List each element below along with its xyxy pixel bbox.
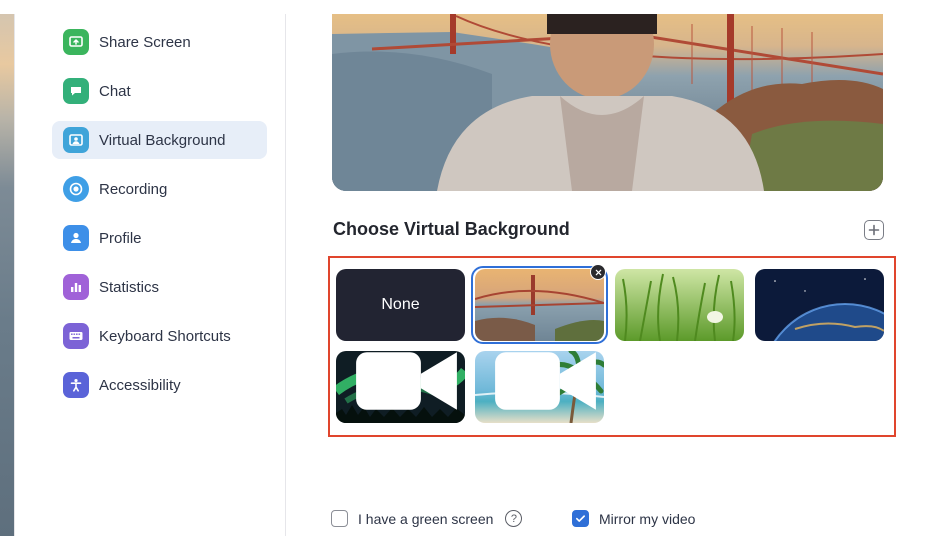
grass-thumb-image	[615, 269, 744, 341]
background-thumb-none[interactable]: None	[336, 269, 465, 341]
sidebar-item-chat[interactable]: Chat	[52, 72, 267, 110]
green-screen-option: I have a green screen ?	[331, 510, 523, 527]
earth-thumb-image	[755, 269, 884, 341]
golden-gate-thumb-image	[475, 269, 604, 341]
sidebar-item-accessibility[interactable]: Accessibility	[52, 366, 267, 404]
recording-icon	[63, 176, 89, 202]
sidebar-item-recording[interactable]: Recording	[52, 170, 267, 208]
background-thumb-golden-gate[interactable]	[475, 269, 604, 341]
sidebar-item-label: Keyboard Shortcuts	[99, 327, 231, 345]
mirror-video-option: Mirror my video	[572, 510, 695, 527]
background-thumb-aurora[interactable]	[336, 351, 465, 423]
sidebar-item-label: Chat	[99, 82, 131, 100]
virtual-background-icon	[63, 127, 89, 153]
background-thumb-earth[interactable]	[755, 269, 884, 341]
keyboard-icon	[63, 323, 89, 349]
sidebar-item-label: Accessibility	[99, 376, 181, 394]
statistics-icon	[63, 274, 89, 300]
sidebar-item-share-screen[interactable]: Share Screen	[52, 23, 267, 61]
help-icon[interactable]: ?	[505, 510, 523, 527]
sidebar-item-label: Recording	[99, 180, 168, 198]
sidebar-item-virtual-background[interactable]: Virtual Background	[52, 121, 267, 159]
plus-icon	[868, 224, 880, 236]
video-preview	[332, 14, 883, 191]
checkmark-icon	[576, 515, 585, 522]
close-icon	[595, 269, 601, 275]
video-camera-icon	[495, 352, 596, 410]
none-label: None	[381, 296, 420, 313]
background-thumb-grass[interactable]	[615, 269, 744, 341]
green-screen-checkbox[interactable]	[331, 510, 348, 527]
sidebar-item-keyboard-shortcuts[interactable]: Keyboard Shortcuts	[52, 317, 267, 355]
sidebar-item-label: Statistics	[99, 278, 160, 296]
green-screen-label: I have a green screen	[358, 510, 494, 527]
sidebar-item-statistics[interactable]: Statistics	[52, 268, 267, 306]
sidebar-item-profile[interactable]: Profile	[52, 219, 267, 257]
share-screen-icon	[63, 29, 89, 55]
accessibility-icon	[63, 372, 89, 398]
window-top-edge	[0, 0, 951, 14]
chat-icon	[63, 78, 89, 104]
profile-icon	[63, 225, 89, 251]
add-background-button[interactable]	[864, 220, 884, 240]
settings-sidebar: Share Screen Chat Virtual Background Rec…	[34, 14, 286, 536]
sidebar-item-label: Virtual Background	[99, 131, 226, 149]
sidebar-item-label: Profile	[99, 229, 142, 247]
sidebar-item-label: Share Screen	[99, 33, 191, 51]
remove-background-button[interactable]	[590, 264, 606, 280]
video-camera-icon	[356, 352, 457, 410]
background-thumb-beach[interactable]	[475, 351, 604, 423]
mirror-video-label: Mirror my video	[599, 510, 696, 527]
section-title: Choose Virtual Background	[333, 219, 570, 239]
mirror-video-checkbox[interactable]	[572, 510, 589, 527]
golden-gate-preview-image	[332, 14, 883, 191]
